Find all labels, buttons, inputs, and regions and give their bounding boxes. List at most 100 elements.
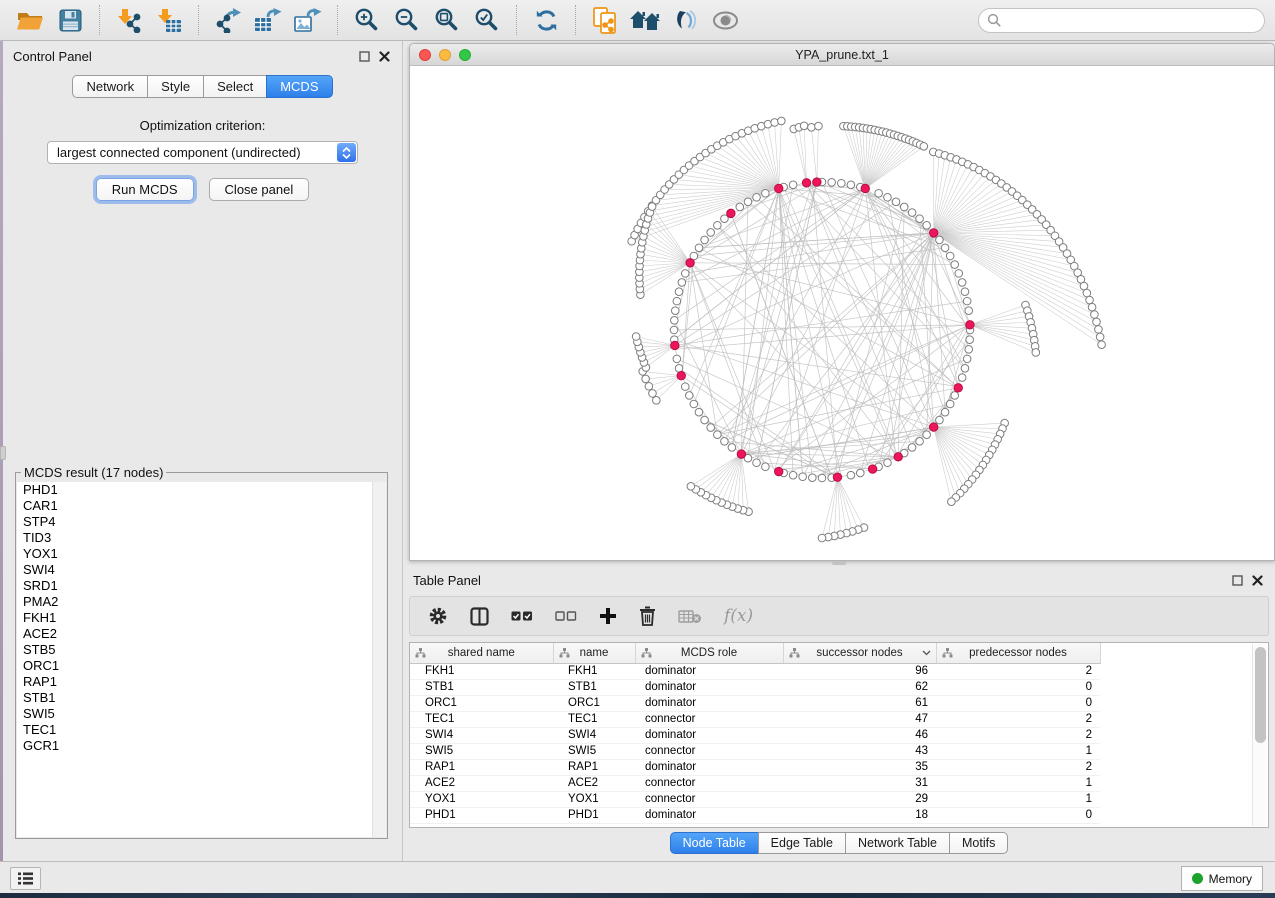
table-cell[interactable]: 2 <box>936 711 1100 727</box>
import-network-button[interactable] <box>112 4 146 36</box>
table-row[interactable]: ORC1ORC1dominator610 <box>410 695 1100 711</box>
table-row[interactable]: ACE2ACE2connector311 <box>410 775 1100 791</box>
column-header-predecessor-nodes[interactable]: predecessor nodes <box>936 643 1100 663</box>
mcds-result-item[interactable]: PMA2 <box>17 594 386 610</box>
create-column-button[interactable] <box>599 607 617 625</box>
export-network-button[interactable] <box>211 4 245 36</box>
close-panel-icon[interactable] <box>1252 575 1263 586</box>
table-cell[interactable]: ORC1 <box>410 695 553 711</box>
refresh-button[interactable] <box>529 4 563 36</box>
table-cell[interactable]: 0 <box>936 679 1100 695</box>
new-network-from-selection-button[interactable] <box>588 4 622 36</box>
table-scrollbar-thumb[interactable] <box>1255 647 1266 743</box>
mcds-result-item[interactable]: STB1 <box>17 690 386 706</box>
zoom-in-button[interactable] <box>350 4 384 36</box>
table-cell[interactable]: ORC1 <box>553 695 635 711</box>
table-cell[interactable]: connector <box>635 775 783 791</box>
select-all-rows-button[interactable] <box>511 610 533 622</box>
table-cell[interactable]: SWI5 <box>553 743 635 759</box>
table-cell[interactable]: 1 <box>936 791 1100 807</box>
zoom-window-icon[interactable] <box>459 49 471 61</box>
table-cell[interactable]: 1 <box>936 743 1100 759</box>
mcds-result-item[interactable]: SWI5 <box>17 706 386 722</box>
table-row[interactable]: YOX1YOX1connector291 <box>410 791 1100 807</box>
table-cell[interactable]: 2 <box>936 663 1100 679</box>
close-panel-button[interactable]: Close panel <box>209 178 310 201</box>
table-cell[interactable]: connector <box>635 743 783 759</box>
search-input[interactable] <box>1006 12 1256 28</box>
table-row[interactable]: SWI5SWI5connector431 <box>410 743 1100 759</box>
mcds-result-item[interactable]: RAP1 <box>17 674 386 690</box>
table-cell[interactable]: 0 <box>936 695 1100 711</box>
mcds-result-item[interactable]: YOX1 <box>17 546 386 562</box>
table-row[interactable]: RAP1RAP1dominator352 <box>410 759 1100 775</box>
network-canvas[interactable] <box>410 66 1274 560</box>
table-cell[interactable]: 18 <box>783 807 936 823</box>
delete-table-button[interactable] <box>678 609 702 624</box>
close-window-icon[interactable] <box>419 49 431 61</box>
tab-select[interactable]: Select <box>203 75 266 98</box>
table-settings-button[interactable] <box>428 606 448 626</box>
column-chooser-button[interactable] <box>470 607 489 626</box>
mcds-result-item[interactable]: SRD1 <box>17 578 386 594</box>
table-cell[interactable]: 0 <box>936 807 1100 823</box>
table-cell[interactable]: SWI4 <box>553 727 635 743</box>
table-cell[interactable]: TEC1 <box>553 711 635 727</box>
delete-column-button[interactable] <box>639 606 656 626</box>
tab-node-table[interactable]: Node Table <box>670 832 758 854</box>
run-mcds-button[interactable]: Run MCDS <box>96 178 194 201</box>
mcds-result-item[interactable]: GCR1 <box>17 738 386 754</box>
tab-edge-table[interactable]: Edge Table <box>758 832 845 854</box>
import-table-button[interactable] <box>152 4 186 36</box>
table-cell[interactable]: dominator <box>635 663 783 679</box>
table-row[interactable]: SWI4SWI4dominator462 <box>410 727 1100 743</box>
mcds-result-item[interactable]: TID3 <box>17 530 386 546</box>
table-cell[interactable]: dominator <box>635 679 783 695</box>
minimize-window-icon[interactable] <box>439 49 451 61</box>
table-cell[interactable]: FKH1 <box>410 663 553 679</box>
table-scrollbar[interactable] <box>1252 644 1267 826</box>
network-window-titlebar[interactable]: YPA_prune.txt_1 <box>410 44 1274 66</box>
table-cell[interactable]: YOX1 <box>553 791 635 807</box>
mcds-list-scrollbar[interactable] <box>372 482 386 837</box>
float-panel-icon[interactable] <box>359 51 370 62</box>
memory-button[interactable]: Memory <box>1181 866 1263 891</box>
table-cell[interactable]: 29 <box>783 791 936 807</box>
network-graph[interactable] <box>410 66 1275 561</box>
export-table-button[interactable] <box>251 4 285 36</box>
zoom-fit-button[interactable] <box>430 4 464 36</box>
table-cell[interactable]: SWI4 <box>410 727 553 743</box>
table-cell[interactable]: FKH1 <box>553 663 635 679</box>
table-cell[interactable]: PHD1 <box>410 807 553 823</box>
table-cell[interactable]: dominator <box>635 807 783 823</box>
table-cell[interactable]: 62 <box>783 679 936 695</box>
network-overview-button[interactable] <box>628 4 662 36</box>
table-cell[interactable]: STB1 <box>410 679 553 695</box>
table-cell[interactable]: 43 <box>783 743 936 759</box>
table-cell[interactable]: 47 <box>783 711 936 727</box>
table-row[interactable]: STB1STB1dominator620 <box>410 679 1100 695</box>
open-file-button[interactable] <box>13 4 47 36</box>
table-cell[interactable]: dominator <box>635 727 783 743</box>
vertical-splitter-grip[interactable] <box>0 446 6 460</box>
table-row[interactable]: FKH1FKH1dominator962 <box>410 663 1100 679</box>
float-panel-icon[interactable] <box>1232 575 1243 586</box>
node-table[interactable]: shared namenameMCDS rolesuccessor nodesp… <box>410 643 1101 824</box>
table-cell[interactable]: 46 <box>783 727 936 743</box>
mcds-result-list[interactable]: PHD1CAR1STP4TID3YOX1SWI4SRD1PMA2FKH1ACE2… <box>17 482 386 837</box>
table-cell[interactable]: ACE2 <box>410 775 553 791</box>
table-cell[interactable]: STB1 <box>553 679 635 695</box>
column-header-shared-name[interactable]: shared name <box>410 643 553 663</box>
zoom-out-button[interactable] <box>390 4 424 36</box>
table-cell[interactable]: connector <box>635 791 783 807</box>
mcds-result-item[interactable]: ORC1 <box>17 658 386 674</box>
function-builder-button[interactable]: f(x) <box>724 606 753 626</box>
table-cell[interactable]: dominator <box>635 695 783 711</box>
vizmapper-button[interactable] <box>668 4 702 36</box>
tab-network-table[interactable]: Network Table <box>845 832 949 854</box>
task-history-button[interactable] <box>10 867 41 890</box>
show-hide-button[interactable] <box>708 4 742 36</box>
table-cell[interactable]: YOX1 <box>410 791 553 807</box>
table-row[interactable]: PHD1PHD1dominator180 <box>410 807 1100 823</box>
tab-motifs[interactable]: Motifs <box>949 832 1008 854</box>
